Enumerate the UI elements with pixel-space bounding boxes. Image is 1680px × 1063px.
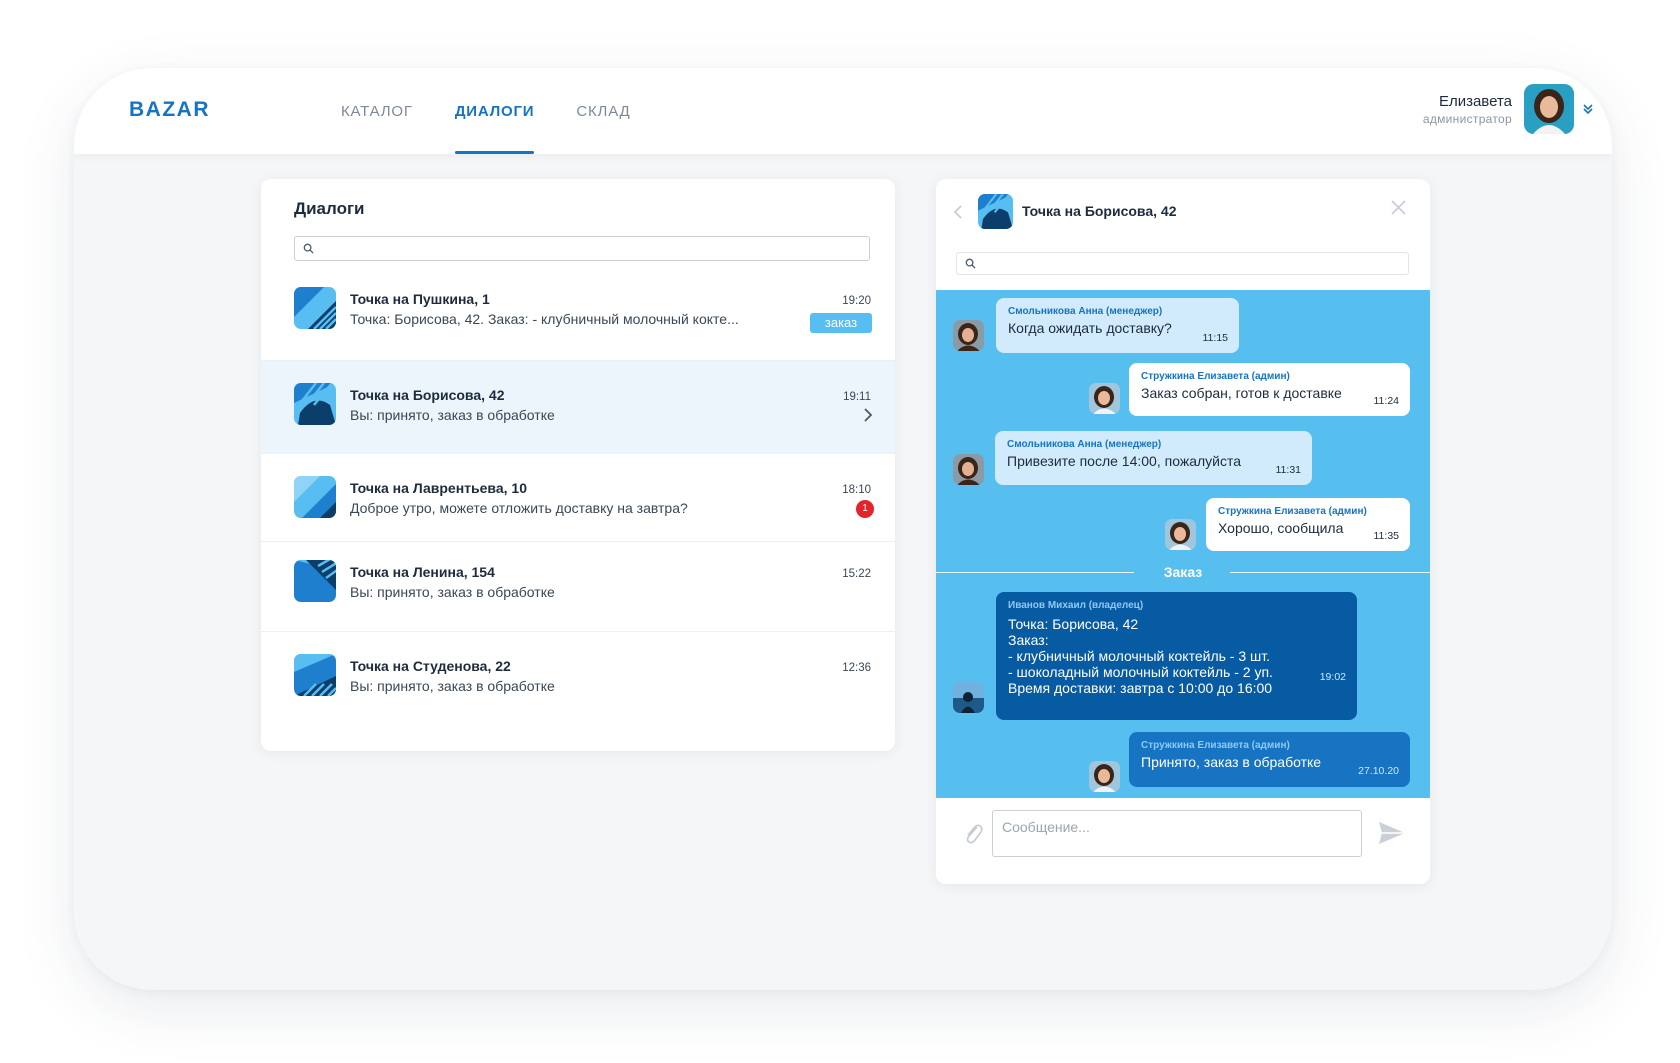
message-time: 11:31 <box>1275 464 1302 476</box>
top-bar: BAZAR КАТАЛОГ ДИАЛОГИ СКЛАД Елизавета ад… <box>74 68 1612 154</box>
dialog-name: Точка на Борисова, 42 <box>350 387 505 403</box>
chat-search-input[interactable] <box>982 256 1408 271</box>
search-icon <box>303 243 314 254</box>
message-time: 11:15 <box>1202 332 1229 344</box>
logo[interactable]: BAZAR <box>129 98 210 122</box>
main-nav: КАТАЛОГ ДИАЛОГИ СКЛАД <box>341 68 672 154</box>
order-badge: заказ <box>810 313 872 333</box>
message-author: Стружкина Елизавета (админ) <box>1218 506 1367 517</box>
dialog-time: 19:20 <box>842 295 871 307</box>
chevron-left-icon[interactable] <box>954 205 962 219</box>
dialog-preview: Доброе утро, можете отложить доставку на… <box>350 500 688 516</box>
message-time: 27.10.20 <box>1358 765 1399 777</box>
message-text: Точка: Борисова, 42 Заказ: - клубничный … <box>1008 616 1273 696</box>
store-icon <box>294 287 336 329</box>
message-bubble[interactable]: Смольникова Анна (менеджер) Привезите по… <box>995 431 1312 485</box>
message-author: Смольникова Анна (менеджер) <box>1008 306 1163 317</box>
search-icon <box>965 258 976 269</box>
message-area: Смольникова Анна (менеджер) Когда ожидат… <box>936 290 1430 798</box>
dialog-name: Точка на Пушкина, 1 <box>350 291 490 307</box>
message-bubble[interactable]: Иванов Михаил (владелец) Точка: Борисова… <box>996 592 1357 720</box>
message-text: Хорошо, сообщила <box>1218 520 1344 536</box>
user-role: администратор <box>1422 111 1512 126</box>
dialog-time: 19:11 <box>843 391 871 403</box>
tab-dialogs[interactable]: ДИАЛОГИ <box>454 68 535 154</box>
message-composer <box>936 798 1430 884</box>
dialog-name: Точка на Ленина, 154 <box>350 564 495 580</box>
list-item[interactable]: Точка на Ленина, 154 Вы: принято, заказ … <box>261 542 895 632</box>
chat-search[interactable] <box>956 252 1409 275</box>
dialogs-title: Диалоги <box>294 199 365 218</box>
avatar <box>1089 383 1120 414</box>
order-divider-label: Заказ <box>1163 564 1203 580</box>
message-text: Заказ собран, готов к доставке <box>1141 385 1342 401</box>
chat-panel: Точка на Борисова, 42 Смольникова Анна (… <box>936 179 1430 884</box>
message-text: Привезите после 14:00, пожалуйста <box>1007 453 1242 469</box>
avatar <box>1165 519 1196 550</box>
dialog-name: Точка на Лаврентьева, 10 <box>350 480 527 496</box>
message-time: 19:02 <box>1319 671 1346 683</box>
dialogs-search-input[interactable] <box>320 241 869 256</box>
message-time: 11:35 <box>1373 530 1400 542</box>
list-item[interactable]: Точка на Борисова, 42 Вы: принято, заказ… <box>261 361 895 454</box>
list-item[interactable]: Точка на Пушкина, 1 Точка: Борисова, 42.… <box>261 282 895 361</box>
message-bubble[interactable]: Смольникова Анна (менеджер) Когда ожидат… <box>996 298 1239 353</box>
list-item[interactable]: Точка на Лаврентьева, 10 Доброе утро, мо… <box>261 454 895 542</box>
avatar <box>953 682 984 713</box>
list-item[interactable]: Точка на Студенова, 22 Вы: принято, зака… <box>261 632 895 724</box>
avatar <box>1089 761 1120 792</box>
user-info: Елизавета администратор <box>1423 93 1512 126</box>
dialog-name: Точка на Студенова, 22 <box>350 658 511 674</box>
dialog-preview: Вы: принято, заказ в обработке <box>350 584 555 600</box>
tab-warehouse[interactable]: СКЛАД <box>576 68 630 154</box>
double-chevron-down-icon[interactable] <box>1582 103 1594 115</box>
close-icon[interactable] <box>1391 200 1406 215</box>
send-icon[interactable] <box>1378 821 1406 845</box>
message-author: Стружкина Елизавета (админ) <box>1141 740 1290 751</box>
chat-title: Точка на Борисова, 42 <box>1022 203 1177 219</box>
message-author: Смольникова Анна (менеджер) <box>1007 439 1162 450</box>
chevron-right-icon <box>864 408 873 422</box>
message-bubble[interactable]: Стружкина Елизавета (админ) Хорошо, сооб… <box>1206 498 1410 551</box>
dialogs-search[interactable] <box>294 236 870 261</box>
message-text: Когда ожидать доставку? <box>1008 320 1172 336</box>
avatar <box>953 320 984 351</box>
dialog-preview: Точка: Борисова, 42. Заказ: - клубничный… <box>350 311 739 327</box>
user-menu[interactable]: Елизавета администратор <box>1423 84 1594 134</box>
store-icon <box>294 476 336 518</box>
store-icon <box>294 654 336 696</box>
tab-catalog[interactable]: КАТАЛОГ <box>341 68 413 154</box>
message-time: 11:24 <box>1373 395 1400 407</box>
dialogs-list: Точка на Пушкина, 1 Точка: Борисова, 42.… <box>261 282 895 724</box>
message-author: Иванов Михаил (владелец) <box>1008 600 1144 611</box>
avatar <box>953 454 984 485</box>
paperclip-icon[interactable] <box>963 821 983 845</box>
message-bubble[interactable]: Стружкина Елизавета (админ) Принято, зак… <box>1129 732 1410 787</box>
dialog-preview: Вы: принято, заказ в обработке <box>350 407 555 423</box>
message-author: Стружкина Елизавета (админ) <box>1141 371 1290 382</box>
avatar[interactable] <box>1524 84 1574 134</box>
store-icon <box>294 560 336 602</box>
dialog-time: 18:10 <box>842 484 871 496</box>
store-icon <box>294 383 336 425</box>
dialogs-panel: Диалоги Точка на Пушкина, 1 Точка: Борис… <box>261 179 895 751</box>
unread-badge: 1 <box>856 500 874 518</box>
dialog-time: 12:36 <box>842 662 871 674</box>
store-icon <box>978 194 1013 229</box>
message-input[interactable] <box>992 810 1362 857</box>
app-window: BAZAR КАТАЛОГ ДИАЛОГИ СКЛАД Елизавета ад… <box>74 68 1612 990</box>
message-bubble[interactable]: Стружкина Елизавета (админ) Заказ собран… <box>1129 363 1410 416</box>
dialog-preview: Вы: принято, заказ в обработке <box>350 678 555 694</box>
dialog-time: 15:22 <box>842 568 871 580</box>
user-name: Елизавета <box>1438 92 1512 110</box>
